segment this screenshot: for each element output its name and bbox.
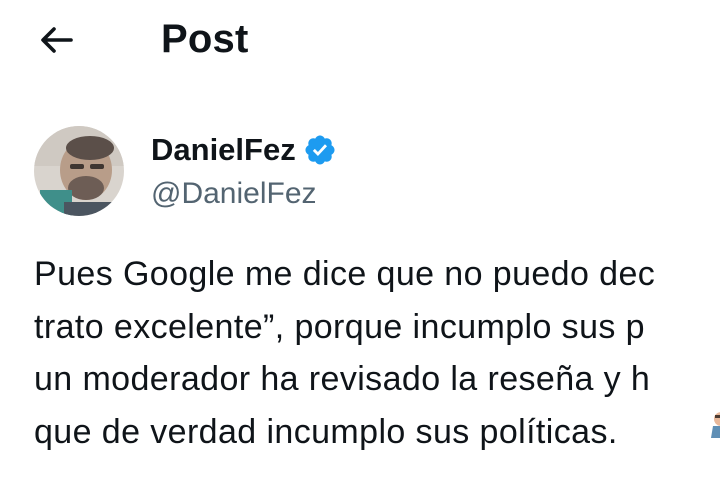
back-button[interactable] [36, 22, 76, 58]
user-handle[interactable]: @DanielFez [151, 174, 317, 214]
post-text-line: un moderador ha revisado la reseña y h [34, 360, 651, 398]
avatar[interactable] [34, 126, 124, 216]
post-text-line: trato excelente”, porque incumplo sus p [34, 307, 645, 346]
display-name[interactable]: DanielFez [151, 130, 296, 170]
top-bar: Post [0, 0, 720, 80]
post-text-line: Pues Google me dice que no puedo dec [34, 255, 656, 293]
post-text: Pues Google me dice que no puedo dec tra… [34, 248, 720, 480]
display-name-row: DanielFez [151, 130, 338, 170]
page-title: Post [161, 17, 249, 61]
post-text-line: que de verdad incumplo sus políticas. [34, 412, 618, 451]
post-author: DanielFez @DanielFez [34, 126, 720, 218]
arrow-left-icon [41, 27, 73, 53]
verified-badge-icon[interactable] [302, 132, 338, 168]
emoji-icon [711, 412, 720, 438]
